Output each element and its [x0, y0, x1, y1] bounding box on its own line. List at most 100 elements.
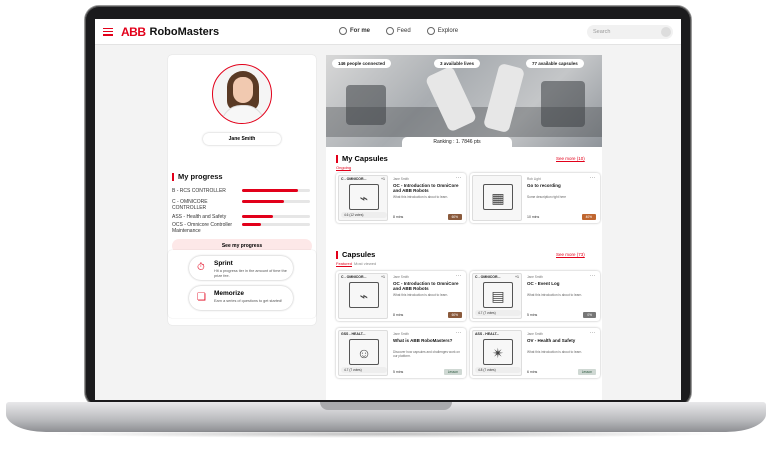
progress-fill	[242, 189, 298, 192]
activity-desc: Hit a progress tier in the amount of tim…	[214, 269, 287, 278]
capsule-title: What is ABB RoboMasters?	[393, 338, 453, 343]
capsule-status-badge: Lesson	[443, 369, 462, 375]
capsule-title: OC - Introduction to OmniCore and ABB Ro…	[393, 183, 459, 193]
my-capsules-title: My Capsules	[336, 155, 388, 163]
tab-most-viewed[interactable]: Most viewed	[354, 261, 376, 266]
capsule-rating: 4.7 (7 votes)	[475, 310, 521, 316]
more-options-icon[interactable]: ···	[590, 175, 597, 181]
laptop-notch	[320, 402, 452, 410]
capsule-duration: 8 mins	[393, 215, 404, 219]
capsule-symbol-icon: ▤	[483, 282, 513, 308]
avatar	[212, 64, 272, 124]
capsules-see-more-link[interactable]: See more (73)	[556, 252, 585, 257]
tab-featured[interactable]: Featured	[336, 261, 353, 267]
capsule-card[interactable]: C - OMNICOR... +1 ▤ 4.7 (7 votes) Jane S…	[470, 271, 600, 321]
search-input[interactable]: Search	[587, 25, 673, 39]
tab-label: Explore	[437, 28, 459, 34]
capsule-card[interactable]: ASS - HEALT... ✴ 4.8 (7 votes) Jane Smit…	[470, 328, 600, 378]
capsule-card[interactable]: C - OMNICOR... +1 ⌁ 4.6 (12 votes) Jane …	[336, 173, 466, 223]
capsule-code: C - OMNICOR...	[341, 177, 367, 181]
more-options-icon[interactable]: ···	[456, 175, 463, 181]
capsule-code: GSS - HEALT...	[341, 332, 366, 336]
capsule-thumbnail: GSS - HEALT... ☺ 4.7 (7 votes)	[338, 330, 388, 376]
capsule-author: Rob Light	[527, 177, 541, 181]
capsule-author: Jane Smith	[527, 275, 543, 279]
tab-label: Feed	[397, 28, 411, 34]
menu-icon[interactable]	[103, 27, 113, 36]
compass-icon	[426, 27, 435, 35]
capsule-title: Go to recording	[527, 183, 561, 188]
capsule-symbol-icon: ⌁	[349, 184, 379, 210]
abb-logo[interactable]: ABB	[121, 25, 146, 39]
capsule-count: +1	[381, 177, 385, 181]
more-options-icon[interactable]: ···	[590, 330, 597, 336]
capsules-title: Capsules	[336, 251, 375, 259]
tab-ongoing[interactable]: Ongoing	[336, 165, 352, 171]
activities-card: ⏱ Sprint Hit a progress tier in the amou…	[168, 250, 316, 318]
more-options-icon[interactable]: ···	[456, 330, 463, 336]
capsule-desc: What this introduction is about to learn…	[393, 195, 449, 199]
capsule-desc: What this introduction is about to learn…	[527, 293, 583, 297]
search-icon[interactable]	[661, 27, 671, 37]
machine	[541, 81, 585, 127]
laptop-shadow	[40, 430, 730, 438]
lives-badge: 3 available lives	[434, 59, 481, 68]
capsule-card[interactable]: GSS - HEALT... ☺ 4.7 (7 votes) Jane Smit…	[336, 328, 466, 378]
capsule-rating: 4.8 (7 votes)	[475, 367, 521, 373]
progress-label: B - RCS CONTROLLER	[172, 188, 226, 194]
avatar-body	[221, 105, 265, 123]
capsule-status-badge: 60%	[447, 214, 462, 220]
capsule-duration: 5 mins	[393, 370, 404, 374]
nav-tabs: For me Feed Explore	[335, 25, 462, 37]
tab-label: For me	[350, 28, 371, 34]
capsule-code: ASS - HEALT...	[475, 332, 500, 336]
memorize-button[interactable]: ❏ Memorize Earn a series of questions to…	[189, 286, 293, 310]
capsule-card[interactable]: C - OMNICOR... +1 ⌁ Jane Smith ··· OC - …	[336, 271, 466, 321]
capsule-desc: Discover how capsules and challenges wor…	[393, 350, 460, 358]
app-name: RoboMasters	[149, 25, 220, 38]
capsule-rating: 4.6 (12 votes)	[341, 212, 387, 218]
more-options-icon[interactable]: ···	[590, 273, 597, 279]
progress-fill	[242, 215, 273, 218]
tab-for-me[interactable]: For me	[335, 25, 374, 37]
progress-bar	[242, 215, 310, 218]
target-icon	[339, 27, 347, 35]
capsule-card[interactable]: ▦ Rob Light ··· Go to recording Some des…	[470, 173, 600, 223]
activity-title: Memorize	[214, 290, 244, 297]
feed-icon	[386, 27, 395, 35]
activity-desc: Earn a series of questions to get starte…	[214, 299, 283, 303]
capsule-thumbnail: C - OMNICOR... +1 ⌁	[338, 273, 388, 319]
progress-fill	[242, 223, 262, 226]
capsule-status-badge: Lesson	[577, 369, 596, 375]
laptop-mockup: ABB RoboMasters For me Feed Explore Sear…	[0, 0, 772, 455]
connected-badge: 146 people connected	[332, 59, 392, 68]
capsule-desc: What this introduction is about to learn…	[527, 350, 583, 354]
capsule-duration: 6 mins	[527, 370, 538, 374]
tab-feed[interactable]: Feed	[382, 25, 415, 37]
capsule-thumbnail: C - OMNICOR... +1 ▤ 4.7 (7 votes)	[472, 273, 522, 319]
progress-fill	[242, 200, 285, 203]
capsule-thumbnail: C - OMNICOR... +1 ⌁ 4.6 (12 votes)	[338, 175, 388, 221]
more-options-icon[interactable]: ···	[456, 273, 463, 279]
capsule-duration: 10 mins	[527, 215, 540, 219]
main-panel: 146 people connected 3 available lives 7…	[326, 55, 602, 400]
capsule-code: C - OMNICOR...	[341, 275, 367, 279]
capsule-duration: 8 mins	[393, 313, 404, 317]
capsule-title: OC - Event Log	[527, 281, 560, 286]
capsules-available-badge: 77 available capsules	[526, 59, 584, 68]
hero-banner: 146 people connected 3 available lives 7…	[326, 55, 602, 147]
ranking-label: Ranking : 1. 7846 pts	[402, 137, 512, 147]
capsule-title: OV - Health and Safety	[527, 338, 576, 343]
my-capsules-see-more-link[interactable]: See more (10)	[556, 156, 585, 161]
sprint-button[interactable]: ⏱ Sprint Hit a progress tier in the amou…	[189, 256, 293, 280]
capsule-author: Jane Smith	[393, 332, 409, 336]
tab-explore[interactable]: Explore	[423, 25, 462, 37]
capsule-author: Jane Smith	[393, 275, 409, 279]
capsule-symbol-icon: ✴	[483, 339, 513, 365]
top-nav: ABB RoboMasters For me Feed Explore Sear…	[95, 19, 681, 45]
capsule-desc: What this introduction is about to learn…	[393, 293, 449, 297]
user-name[interactable]: Jane Smith	[203, 133, 281, 145]
progress-bar	[242, 223, 310, 226]
capsule-author: Jane Smith	[393, 177, 409, 181]
progress-label: OCS - Omnicore Controller Maintenance	[172, 222, 233, 234]
